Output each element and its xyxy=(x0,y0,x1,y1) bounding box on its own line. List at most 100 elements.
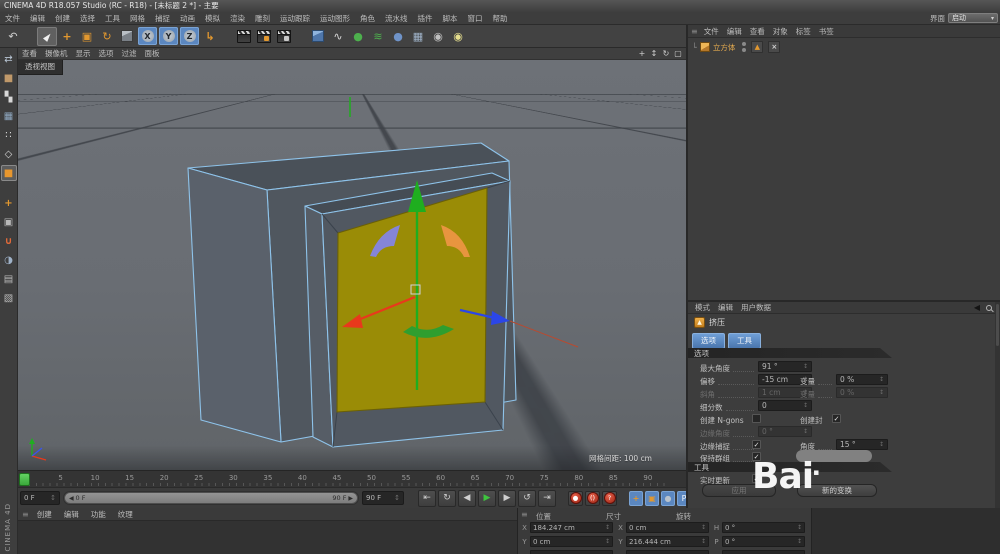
subdivision-surface-icon[interactable]: ● xyxy=(348,27,368,46)
quantize-icon[interactable]: ◑ xyxy=(1,252,17,268)
subdivision-field[interactable]: 0↕ xyxy=(758,400,812,411)
pen-spline-icon[interactable]: ∿ xyxy=(328,27,348,46)
object-manager-menu-item[interactable]: 对象 xyxy=(769,26,792,37)
menu-item[interactable]: 窗口 xyxy=(463,13,488,24)
workplane-mode-icon[interactable]: ▦ xyxy=(1,108,17,124)
loop-button[interactable]: ↺ xyxy=(518,490,536,507)
make-editable-icon[interactable]: ⇄ xyxy=(1,51,17,67)
menu-item[interactable]: 网格 xyxy=(125,13,150,24)
keyframe-selection-button[interactable]: ? xyxy=(602,491,617,506)
visibility-toggle-dots[interactable] xyxy=(742,42,746,52)
enable-snap-icon[interactable]: ∪ xyxy=(1,233,17,249)
menu-item[interactable]: 插件 xyxy=(413,13,438,24)
object-manager-menu-item[interactable]: 查看 xyxy=(746,26,769,37)
hierarchy-branch[interactable]: └ xyxy=(692,43,697,52)
scrollbar[interactable] xyxy=(995,302,1000,508)
lock-z-icon[interactable]: Z xyxy=(180,27,199,45)
create-caps-checkbox[interactable] xyxy=(832,414,841,423)
viewport-menu-item[interactable]: 面板 xyxy=(141,48,164,59)
coordinate-field[interactable]: 0 cm↕ xyxy=(626,522,709,533)
scale-icon[interactable]: ▣ xyxy=(77,27,97,46)
panel-grip-icon[interactable]: ≡ xyxy=(521,510,528,519)
menu-item[interactable]: 角色 xyxy=(355,13,380,24)
key-position-button[interactable]: + xyxy=(629,491,643,506)
record-keyframe-button[interactable]: ● xyxy=(568,491,583,506)
render-view-icon[interactable] xyxy=(234,27,254,46)
undo-icon[interactable]: ↶ xyxy=(3,27,23,46)
material-menu-item[interactable]: 功能 xyxy=(85,509,112,520)
object-manager-menu-item[interactable]: 编辑 xyxy=(723,26,746,37)
coordinate-field[interactable]: 0 °↕ xyxy=(722,536,805,547)
last-used-tool-icon[interactable] xyxy=(117,27,137,46)
menu-item[interactable]: 捕捉 xyxy=(150,13,175,24)
play-mode-button[interactable]: ↻ xyxy=(438,490,456,507)
cube-object[interactable] xyxy=(188,143,516,447)
panel-grip-icon[interactable]: ≡ xyxy=(691,27,698,36)
coordinate-field[interactable]: 0 °↕ xyxy=(722,522,805,533)
menu-item[interactable]: 编辑 xyxy=(25,13,50,24)
tab-tool[interactable]: 工具 xyxy=(728,333,761,349)
key-rotation-button[interactable]: ● xyxy=(661,491,675,506)
menu-item[interactable]: 脚本 xyxy=(438,13,463,24)
pan-view-icon[interactable]: + xyxy=(636,49,648,58)
coordinate-field[interactable]: 184.247 cm↕ xyxy=(530,522,613,533)
previous-frame-button[interactable]: ◀ xyxy=(458,490,476,507)
viewport-menu-item[interactable]: 过滤 xyxy=(118,48,141,59)
menu-item[interactable]: 渲染 xyxy=(225,13,250,24)
interactive-render-region-icon[interactable]: ▧ xyxy=(1,290,17,306)
variance-field[interactable]: 0 %↕ xyxy=(836,374,888,385)
current-frame-field[interactable]: 0 F↕ xyxy=(20,491,60,505)
coordinate-system-icon[interactable]: ↳ xyxy=(200,27,220,46)
section-header-tool[interactable]: 工具 xyxy=(688,462,1000,472)
material-menu-item[interactable]: 创建 xyxy=(31,509,58,520)
panel-grip-icon[interactable]: ≡ xyxy=(22,510,29,519)
material-menu-item[interactable]: 纹理 xyxy=(112,509,139,520)
autokeying-button[interactable]: () xyxy=(585,491,600,506)
timeline-range-slider[interactable]: ◀ 0 F 90 F ▶ xyxy=(63,491,359,505)
phong-tag-icon[interactable]: × xyxy=(768,41,780,53)
polygon-selection-tag-icon[interactable]: ▲ xyxy=(751,41,763,53)
menu-item[interactable]: 创建 xyxy=(50,13,75,24)
coordinate-field[interactable]: 0 cm↕ xyxy=(530,536,613,547)
viewport-menu-item[interactable]: 选项 xyxy=(95,48,118,59)
history-back-icon[interactable]: ◀ xyxy=(974,303,980,312)
workplane-lock-icon[interactable]: ▤ xyxy=(1,271,17,287)
lock-x-icon[interactable]: X xyxy=(138,27,157,45)
material-menu-item[interactable]: 编辑 xyxy=(58,509,85,520)
menu-item[interactable]: 动画 xyxy=(175,13,200,24)
edge-snap-checkbox[interactable] xyxy=(752,440,761,449)
search-icon[interactable] xyxy=(986,305,992,311)
attribute-manager-menu-item[interactable]: 用户数据 xyxy=(737,302,775,313)
key-scale-button[interactable]: ▣ xyxy=(645,491,659,506)
play-button[interactable]: ▶ xyxy=(478,490,496,507)
tab-options[interactable]: 选项 xyxy=(692,333,725,349)
create-ngons-checkbox[interactable] xyxy=(752,414,761,423)
menu-item[interactable]: 文件 xyxy=(0,13,25,24)
layout-preset-dropdown[interactable]: 启动 ▾ xyxy=(948,13,998,23)
add-cube-icon[interactable] xyxy=(308,27,328,46)
attribute-manager-menu-item[interactable]: 编辑 xyxy=(714,302,737,313)
dolly-view-icon[interactable]: ↕ xyxy=(648,49,660,58)
object-manager-menu-item[interactable]: 文件 xyxy=(700,26,723,37)
viewport-3d-scene[interactable]: 透视视图 xyxy=(18,60,686,470)
toggle-views-icon[interactable]: ▢ xyxy=(672,49,684,58)
viewport-solo-icon[interactable]: ▣ xyxy=(1,214,17,230)
object-manager-menu-item[interactable]: 标签 xyxy=(792,26,815,37)
cube-left-face[interactable] xyxy=(188,168,281,442)
texture-mode-icon[interactable]: ▚ xyxy=(1,89,17,105)
rotate-icon[interactable]: ↻ xyxy=(97,27,117,46)
enable-axis-icon[interactable]: + xyxy=(1,195,17,211)
menu-item[interactable]: 运动图形 xyxy=(315,13,355,24)
model-mode-icon[interactable]: ■ xyxy=(1,70,17,86)
deformer-icon[interactable]: ≋ xyxy=(368,27,388,46)
max-angle-field[interactable]: 91 °↕ xyxy=(758,361,812,372)
attribute-manager-menu-item[interactable]: 模式 xyxy=(691,302,714,313)
menu-item[interactable]: 帮助 xyxy=(488,13,513,24)
snap-angle-field[interactable]: 15 °↕ xyxy=(836,439,888,450)
timeline-playhead[interactable] xyxy=(19,473,30,486)
rotate-view-icon[interactable]: ↻ xyxy=(660,49,672,58)
menu-item[interactable]: 模拟 xyxy=(200,13,225,24)
menu-item[interactable]: 流水线 xyxy=(380,13,413,24)
object-row-cube[interactable]: └ 立方体 ▲ × xyxy=(692,41,780,53)
live-selection-icon[interactable]: ► xyxy=(37,27,57,46)
